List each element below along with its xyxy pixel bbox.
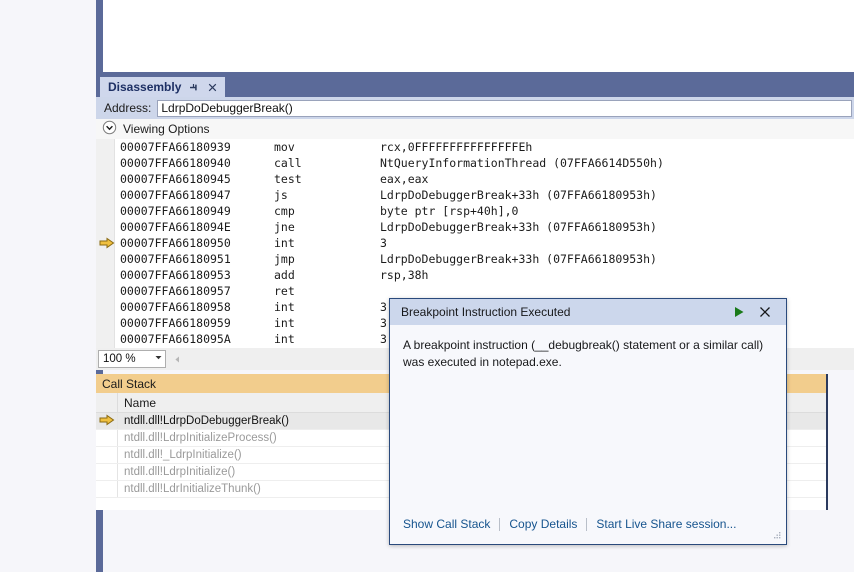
disassembly-line-operands: 3 xyxy=(380,300,387,314)
disassembly-line-operands: LdrpDoDebuggerBreak+33h (07FFA66180953h) xyxy=(380,252,657,266)
call-stack-row-gutter xyxy=(96,464,118,480)
close-icon[interactable] xyxy=(752,301,778,323)
call-stack-row-gutter xyxy=(96,447,118,463)
disassembly-line[interactable]: 00007FFA66180939 mov rcx,0FFFFFFFFFFFFFFFE… xyxy=(96,139,854,155)
disassembly-line-operands: byte ptr [rsp+40h],0 xyxy=(380,204,519,218)
disassembly-line-mnemonic: jne xyxy=(274,220,295,234)
disassembly-line-operands: 3 xyxy=(380,236,387,250)
breakpoint-dialog-titlebar: Breakpoint Instruction Executed xyxy=(390,299,786,325)
breakpoint-dialog-link[interactable]: Start Live Share session... xyxy=(596,517,736,531)
disassembly-line-mnemonic: int xyxy=(274,332,295,346)
call-stack-frame-name: ntdll.dll!_LdrpInitialize() xyxy=(124,449,242,461)
disassembly-line-address: 00007FFA6618095A xyxy=(120,332,231,346)
call-stack-gutter-column xyxy=(96,393,118,412)
disassembly-line-mnemonic: cmp xyxy=(274,204,295,218)
pin-icon[interactable] xyxy=(187,81,200,94)
disassembly-line-operands: 3 xyxy=(380,332,387,346)
disassembly-line[interactable]: 00007FFA66180953 add rsp,38h xyxy=(96,267,854,283)
disassembly-line-address: 00007FFA66180949 xyxy=(120,204,231,218)
call-stack-frame-name: ntdll.dll!LdrpInitializeProcess() xyxy=(124,432,277,444)
disassembly-line-operands: LdrpDoDebuggerBreak+33h (07FFA66180953h) xyxy=(380,220,657,234)
resize-grip-icon[interactable] xyxy=(772,530,782,540)
disassembly-line-mnemonic: call xyxy=(274,156,302,170)
yellow-arrow-icon xyxy=(99,237,115,249)
disassembly-line-operands: 3 xyxy=(380,316,387,330)
tab-disassembly[interactable]: Disassembly xyxy=(100,77,226,97)
disassembly-line-address: 00007FFA66180957 xyxy=(120,284,231,298)
disassembly-line[interactable]: 00007FFA66180950 int 3 xyxy=(96,235,854,251)
disassembly-line-mnemonic: int xyxy=(274,316,295,330)
disassembly-line[interactable]: 00007FFA66180949 cmp byte ptr [rsp+40h],0 xyxy=(96,203,854,219)
zoom-level-combo[interactable]: 100 % xyxy=(98,350,166,368)
breakpoint-dialog-message: A breakpoint instruction (__debugbreak()… xyxy=(403,338,764,369)
viewing-options-row[interactable]: Viewing Options xyxy=(96,119,854,139)
zoom-level-value: 100 % xyxy=(103,353,136,365)
disassembly-line[interactable]: 00007FFA66180945 test eax,eax xyxy=(96,171,854,187)
disassembly-line[interactable]: 00007FFA6618094E jne LdrpDoDebuggerBreak+3… xyxy=(96,219,854,235)
call-stack-right-edge xyxy=(826,374,828,510)
play-continue-icon[interactable] xyxy=(726,301,752,323)
disassembly-line[interactable]: 00007FFA66180957 ret xyxy=(96,283,854,299)
address-input[interactable] xyxy=(157,99,852,117)
disassembly-line-operands: NtQueryInformationThread (07FFA6614D550h… xyxy=(380,156,664,170)
link-separator xyxy=(586,517,588,531)
disassembly-line-mnemonic: mov xyxy=(274,140,295,154)
call-stack-title: Call Stack xyxy=(102,376,157,391)
disassembly-line-address: 00007FFA66180950 xyxy=(120,236,231,250)
disassembly-line-mnemonic: js xyxy=(274,188,288,202)
disassembly-line-operands: rcx,0FFFFFFFFFFFFFFFEh xyxy=(380,140,533,154)
disassembly-line-mnemonic: int xyxy=(274,236,295,250)
disassembly-line-address: 00007FFA6618094E xyxy=(120,220,231,234)
disassembly-line-address: 00007FFA66180951 xyxy=(120,252,231,266)
address-label: Address: xyxy=(104,101,152,115)
disassembly-line-operands: rsp,38h xyxy=(380,268,429,282)
call-stack-row-gutter xyxy=(96,413,118,429)
disassembly-line-operands: LdrpDoDebuggerBreak+33h (07FFA66180953h) xyxy=(380,188,657,202)
disassembly-line-address: 00007FFA66180945 xyxy=(120,172,231,186)
breakpoint-dialog-title: Breakpoint Instruction Executed xyxy=(401,305,571,319)
visual-studio-window: Disassembly Address: LdrpDoDebuggerBreak… xyxy=(0,0,854,572)
link-separator xyxy=(499,517,501,531)
editor-document-area[interactable] xyxy=(103,0,854,72)
breakpoint-dialog-footer: Show Call Stack Copy Details Start Live Sh… xyxy=(390,504,786,544)
address-bar: Address: xyxy=(96,97,854,119)
disassembly-line-address: 00007FFA66180939 xyxy=(120,140,231,154)
breakpoint-dialog-body: A breakpoint instruction (__debugbreak()… xyxy=(390,325,786,371)
disassembly-line-mnemonic: int xyxy=(274,300,295,314)
call-stack-row-gutter xyxy=(96,481,118,497)
disassembly-line[interactable]: 00007FFA66180940 call NtQueryInformationTh… xyxy=(96,155,854,171)
breakpoint-dialog: Breakpoint Instruction Executed A breakp… xyxy=(389,298,787,545)
disassembly-line-address: 00007FFA66180940 xyxy=(120,156,231,170)
close-icon[interactable] xyxy=(206,81,219,94)
chevron-down-circle-icon[interactable] xyxy=(102,120,117,138)
disassembly-line-operands: eax,eax xyxy=(380,172,429,186)
call-stack-frame-name: ntdll.dll!LdrInitializeThunk() xyxy=(124,483,261,495)
yellow-arrow-icon xyxy=(99,414,115,429)
disassembly-line-mnemonic: test xyxy=(274,172,302,186)
breakpoint-dialog-link[interactable]: Copy Details xyxy=(509,517,577,531)
tab-disassembly-label: Disassembly xyxy=(108,80,182,94)
disassembly-line-address: 00007FFA66180959 xyxy=(120,316,231,330)
call-stack-frame-name: ntdll.dll!LdrpInitialize() xyxy=(124,466,236,478)
disassembly-tabstrip: Disassembly xyxy=(96,77,854,97)
call-stack-row-gutter xyxy=(96,430,118,446)
disassembly-line-mnemonic: jmp xyxy=(274,252,295,266)
disassembly-line[interactable]: 00007FFA66180947 js LdrpDoDebuggerBreak+33… xyxy=(96,187,854,203)
disassembly-line-address: 00007FFA66180958 xyxy=(120,300,231,314)
disassembly-line-address: 00007FFA66180953 xyxy=(120,268,231,282)
breakpoint-dialog-link[interactable]: Show Call Stack xyxy=(403,517,490,531)
viewing-options-label: Viewing Options xyxy=(123,122,210,136)
triangle-left-icon[interactable] xyxy=(170,352,185,367)
disassembly-line[interactable]: 00007FFA66180951 jmp LdrpDoDebuggerBreak+3… xyxy=(96,251,854,267)
chevron-down-icon[interactable] xyxy=(154,353,163,365)
disassembly-line-mnemonic: ret xyxy=(274,284,295,298)
call-stack-column-name[interactable]: Name xyxy=(118,396,156,410)
call-stack-frame-name: ntdll.dll!LdrpDoDebuggerBreak() xyxy=(124,415,289,427)
disassembly-line-mnemonic: add xyxy=(274,268,295,282)
disassembly-line-address: 00007FFA66180947 xyxy=(120,188,231,202)
